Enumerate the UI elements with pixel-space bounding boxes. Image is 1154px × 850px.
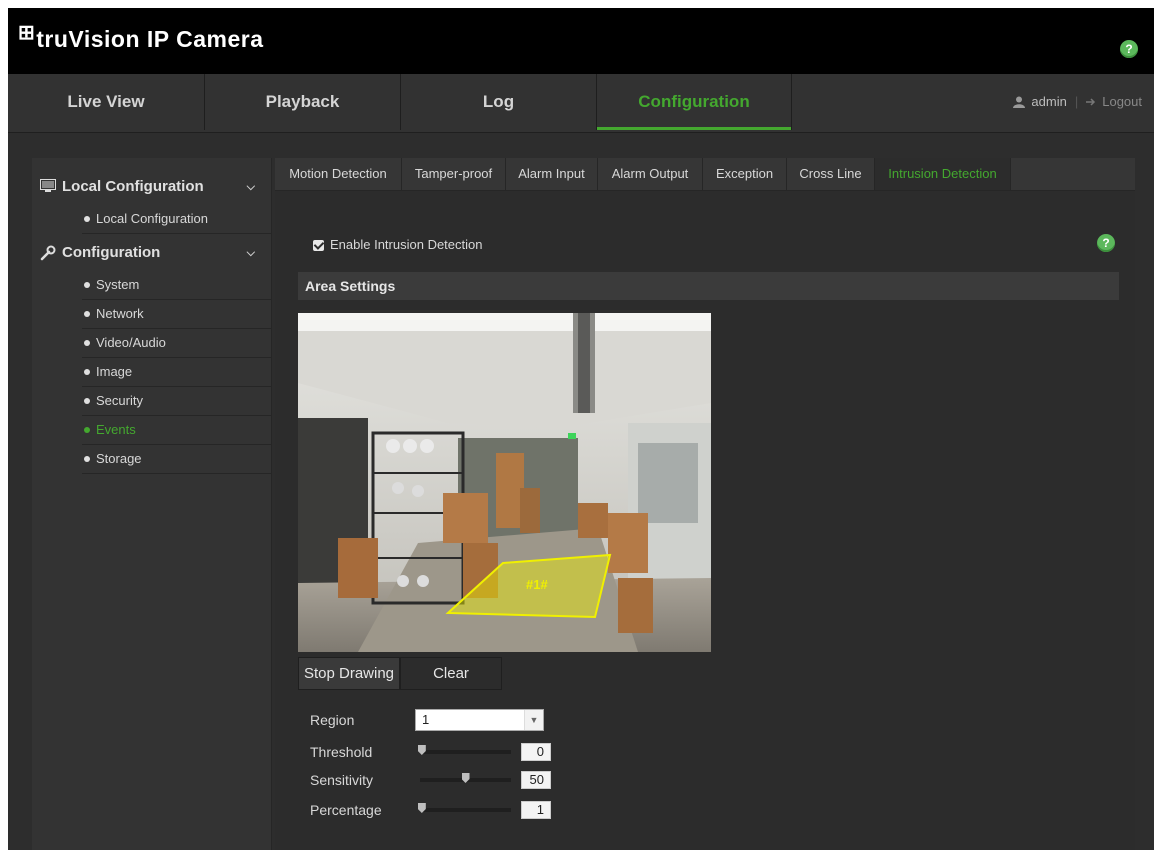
nav-tab-configuration[interactable]: Configuration [597,74,792,130]
tab-exception[interactable]: Exception [703,158,787,190]
sidebar-item-events[interactable]: Events [82,416,271,445]
tab-intrusion-detection[interactable]: Intrusion Detection [875,158,1011,190]
content-panel: Motion Detection Tamper-proof Alarm Inpu… [275,158,1135,850]
camera-preview[interactable]: #1# [298,313,711,652]
stop-drawing-button[interactable]: Stop Drawing [298,657,400,690]
tab-motion-detection[interactable]: Motion Detection [275,158,402,190]
nav-tab-live-view[interactable]: Live View [8,74,205,130]
sidebar-item-local-configuration[interactable]: Local Configuration [82,205,271,234]
threshold-label: Threshold [310,744,373,760]
bullet-icon [84,216,90,222]
logout-link[interactable]: Logout [1102,94,1142,109]
username[interactable]: admin [1031,94,1066,109]
camera-logo-icon: ⊞ [18,22,36,44]
sidebar-item-label: Events [96,422,136,437]
region-select[interactable]: 1 ▼ [415,709,544,731]
bullet-icon [84,427,90,433]
slider-thumb[interactable] [417,745,426,755]
sidebar: Local Configuration ⌵ Local Configuratio… [32,158,272,850]
tab-tamper-proof[interactable]: Tamper-proof [402,158,506,190]
sensitivity-slider[interactable] [420,773,511,783]
bullet-icon [84,282,90,288]
area-settings-header: Area Settings [298,272,1119,300]
help-icon[interactable]: ? [1097,234,1115,252]
sidebar-item-label: Security [96,393,143,408]
sidebar-item-label: Storage [96,451,142,466]
sidebar-section-configuration[interactable]: Configuration ⌵ [32,233,271,273]
sidebar-item-security[interactable]: Security [82,387,271,416]
sidebar-item-label: Network [96,306,144,321]
sidebar-section-label: Local Configuration [62,178,204,195]
main-nav: Live View Playback Log Configuration adm… [8,74,1154,133]
sensitivity-value[interactable]: 50 [521,771,551,789]
sidebar-item-storage[interactable]: Storage [82,445,271,474]
chevron-down-icon: ⌵ [246,247,255,259]
user-divider: | [1074,94,1079,109]
wrench-icon [40,245,56,261]
clear-button[interactable]: Clear [400,657,502,690]
threshold-value[interactable]: 0 [521,743,551,761]
enable-label: Enable Intrusion Detection [330,237,483,252]
bullet-icon [84,311,90,317]
region-label: Region [310,712,355,728]
local-config-icon [40,179,56,192]
user-icon [1013,96,1026,108]
nav-tab-log[interactable]: Log [401,74,597,130]
event-tabs: Motion Detection Tamper-proof Alarm Inpu… [275,158,1135,191]
brand-logo: ⊞truVision IP Camera [18,22,264,53]
sidebar-item-label: System [96,277,140,292]
percentage-slider[interactable] [417,803,511,813]
slider-thumb[interactable] [417,803,426,813]
bullet-icon [84,340,90,346]
header: ⊞truVision IP Camera ? [8,8,1154,74]
percentage-label: Percentage [310,802,382,818]
sensitivity-label: Sensitivity [310,772,374,788]
help-icon[interactable]: ? [1120,40,1138,58]
slider-thumb[interactable] [461,773,470,783]
sidebar-item-video-audio[interactable]: Video/Audio [82,329,271,358]
sidebar-item-system[interactable]: System [82,271,271,300]
bullet-icon [84,456,90,462]
tab-cross-line[interactable]: Cross Line [787,158,875,190]
sidebar-item-label: Local Configuration [96,211,209,226]
brand-title: truVision IP Camera [36,26,264,52]
bullet-icon [84,398,90,404]
user-area: admin | Logout [1013,74,1142,130]
sidebar-item-network[interactable]: Network [82,300,271,329]
app-window: ⊞truVision IP Camera ? Live View Playbac… [8,8,1154,850]
sidebar-item-label: Video/Audio [96,335,166,350]
region-tag: #1# [526,577,548,592]
camera-scene: #1# [298,313,711,652]
logout-icon[interactable] [1086,97,1098,107]
percentage-value[interactable]: 1 [521,801,551,819]
nav-tab-playback[interactable]: Playback [205,74,401,130]
enable-intrusion-detection[interactable]: Enable Intrusion Detection [313,237,482,252]
tab-alarm-input[interactable]: Alarm Input [506,158,598,190]
chevron-down-icon: ⌵ [246,181,255,193]
tab-alarm-output[interactable]: Alarm Output [598,158,703,190]
sidebar-section-label: Configuration [62,244,161,261]
chevron-down-icon: ▼ [524,710,543,730]
enable-checkbox[interactable] [313,240,324,251]
sidebar-item-image[interactable]: Image [82,358,271,387]
sidebar-section-local-configuration[interactable]: Local Configuration ⌵ [32,167,271,207]
region-value: 1 [422,712,430,727]
sidebar-item-label: Image [96,364,133,379]
bullet-icon [84,369,90,375]
threshold-slider[interactable] [417,745,511,755]
